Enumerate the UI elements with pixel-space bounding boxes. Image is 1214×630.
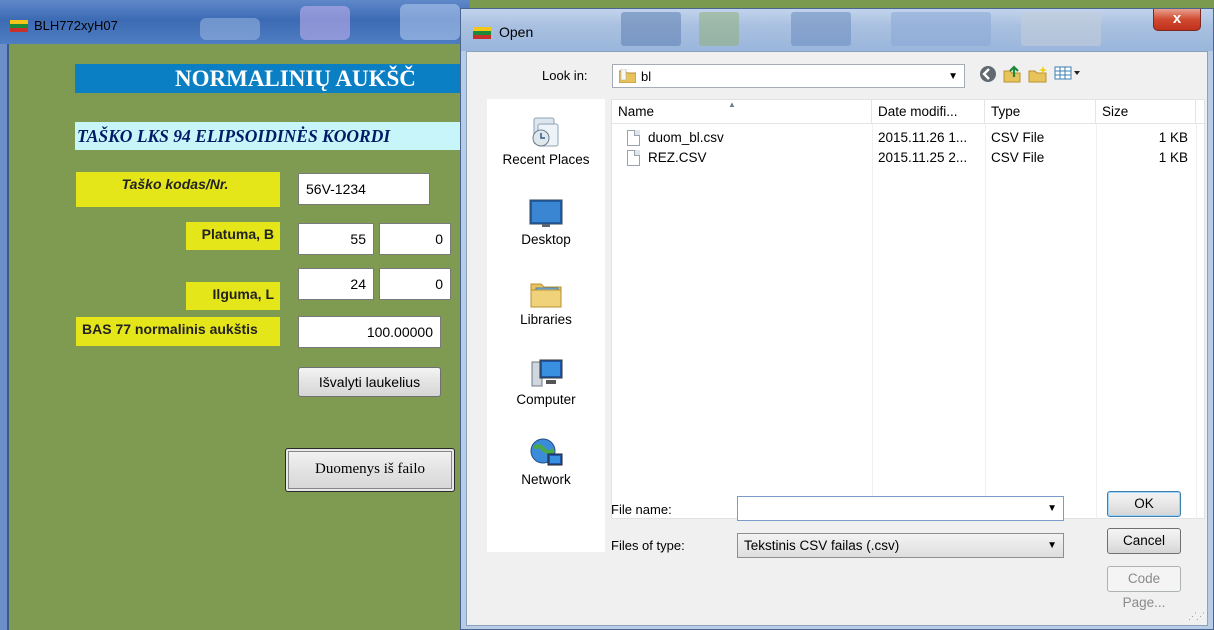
clear-fields-button[interactable]: Išvalyti laukelius (298, 367, 441, 397)
window-frame (0, 44, 7, 630)
desktop-icon (529, 199, 563, 227)
code-page-button[interactable]: Code Page... (1107, 566, 1181, 610)
column-header-date[interactable]: Date modifi... (872, 100, 985, 124)
window-frame-edge (7, 44, 9, 630)
files-of-type-dropdown[interactable]: Tekstinis CSV failas (.csv) ▼ (737, 533, 1064, 558)
file-name-input[interactable]: ▼ (737, 496, 1064, 521)
recent-places-icon (532, 117, 559, 147)
chevron-down-icon: ▼ (948, 71, 958, 82)
longitude-degrees-field[interactable]: 24 (298, 268, 374, 300)
dialog-titlebar[interactable]: Open x (461, 9, 1213, 51)
place-network[interactable]: Network (487, 436, 605, 487)
section-subheading: TAŠKO LKS 94 ELIPSOIDINĖS KOORDI (75, 122, 470, 150)
network-icon (530, 438, 563, 466)
column-divider (1096, 124, 1097, 520)
lithuania-flag-icon (10, 20, 28, 32)
lithuania-flag-icon (473, 27, 491, 39)
place-desktop[interactable]: Desktop (487, 196, 605, 247)
libraries-icon (530, 283, 562, 308)
file-date: 2015.11.26 1... (878, 130, 968, 145)
file-icon (627, 130, 640, 146)
column-header-size[interactable]: Size (1096, 100, 1196, 124)
background-app-window: BLH772xyH07 NORMALINIŲ AUKŠČ TAŠKO LKS 9… (0, 0, 470, 630)
file-size: 1 KB (1158, 150, 1188, 165)
folder-icon (619, 69, 636, 83)
look-in-label: Look in: (542, 68, 588, 83)
dialog-body: Look in: bl ▼ Recent Places Desktop Libr… (466, 51, 1208, 626)
places-bar: Recent Places Desktop Libraries Computer… (487, 99, 605, 552)
files-of-type-value: Tekstinis CSV failas (.csv) (744, 538, 900, 553)
place-computer[interactable]: Computer (487, 356, 605, 407)
place-label: Recent Places (502, 152, 590, 167)
dialog-title: Open (499, 24, 534, 40)
latitude-label: Platuma, B (186, 222, 280, 250)
file-row[interactable]: REZ.CSV 2015.11.25 2... CSV File 1 KB (612, 148, 1206, 168)
column-header-row: Name ▲ Date modifi... Type Size (612, 100, 1206, 124)
close-icon: x (1172, 10, 1182, 27)
place-label: Network (521, 472, 571, 487)
column-header-type[interactable]: Type (985, 100, 1096, 124)
look-in-dropdown[interactable]: bl ▼ (612, 64, 965, 88)
chevron-down-icon: ▼ (1047, 540, 1057, 551)
app-titlebar[interactable]: BLH772xyH07 (0, 0, 470, 44)
place-label: Desktop (521, 232, 571, 247)
column-divider (872, 124, 873, 520)
latitude-minutes-field[interactable]: 0 (379, 223, 451, 255)
page-heading: NORMALINIŲ AUKŠČ (75, 64, 470, 93)
file-type: CSV File (991, 150, 1045, 165)
file-row[interactable]: duom_bl.csv 2015.11.26 1... CSV File 1 K… (612, 128, 1206, 148)
view-menu-icon[interactable] (1053, 65, 1083, 85)
resize-grip-icon[interactable]: ⋰⋰ (1188, 611, 1205, 622)
column-header-label: Name (618, 104, 655, 119)
place-libraries[interactable]: Libraries (487, 276, 605, 327)
file-list[interactable]: Name ▲ Date modifi... Type Size duom_bl.… (611, 99, 1206, 520)
file-name: duom_bl.csv (648, 130, 724, 145)
file-icon (627, 150, 640, 166)
column-divider (985, 124, 986, 520)
data-from-file-button[interactable]: Duomenys iš failo (285, 448, 455, 492)
file-size: 1 KB (1158, 130, 1188, 145)
height-label: BAS 77 normalinis aukštis (76, 317, 280, 346)
point-code-label: Taško kodas/Nr. (76, 172, 280, 207)
open-file-dialog: Open x Look in: bl ▼ Recent Places Deskt… (460, 8, 1214, 630)
place-label: Computer (516, 392, 576, 407)
point-code-field[interactable]: 56V-1234 (298, 173, 430, 205)
longitude-label: Ilguma, L (186, 282, 280, 310)
back-icon[interactable] (977, 65, 999, 85)
files-of-type-label: Files of type: (611, 538, 685, 553)
file-name-label: File name: (611, 502, 672, 517)
height-field[interactable]: 100.00000 (298, 316, 441, 348)
new-folder-icon[interactable] (1027, 65, 1049, 85)
place-recent-places[interactable]: Recent Places (487, 116, 605, 167)
ok-button[interactable]: OK (1107, 491, 1181, 517)
sort-ascending-icon: ▲ (728, 100, 736, 109)
latitude-degrees-field[interactable]: 55 (298, 223, 374, 255)
file-date: 2015.11.25 2... (878, 150, 968, 165)
file-type: CSV File (991, 130, 1045, 145)
look-in-value: bl (641, 69, 652, 84)
column-divider (1196, 124, 1197, 520)
app-title: BLH772xyH07 (34, 18, 118, 33)
close-button[interactable]: x (1153, 9, 1201, 31)
up-folder-icon[interactable] (1001, 65, 1023, 85)
place-label: Libraries (520, 312, 572, 327)
cancel-button[interactable]: Cancel (1107, 528, 1181, 554)
longitude-minutes-field[interactable]: 0 (379, 268, 451, 300)
computer-icon (531, 359, 563, 387)
column-header-name[interactable]: Name ▲ (612, 100, 872, 124)
chevron-down-icon[interactable]: ▼ (1047, 503, 1057, 514)
file-name: REZ.CSV (648, 150, 707, 165)
